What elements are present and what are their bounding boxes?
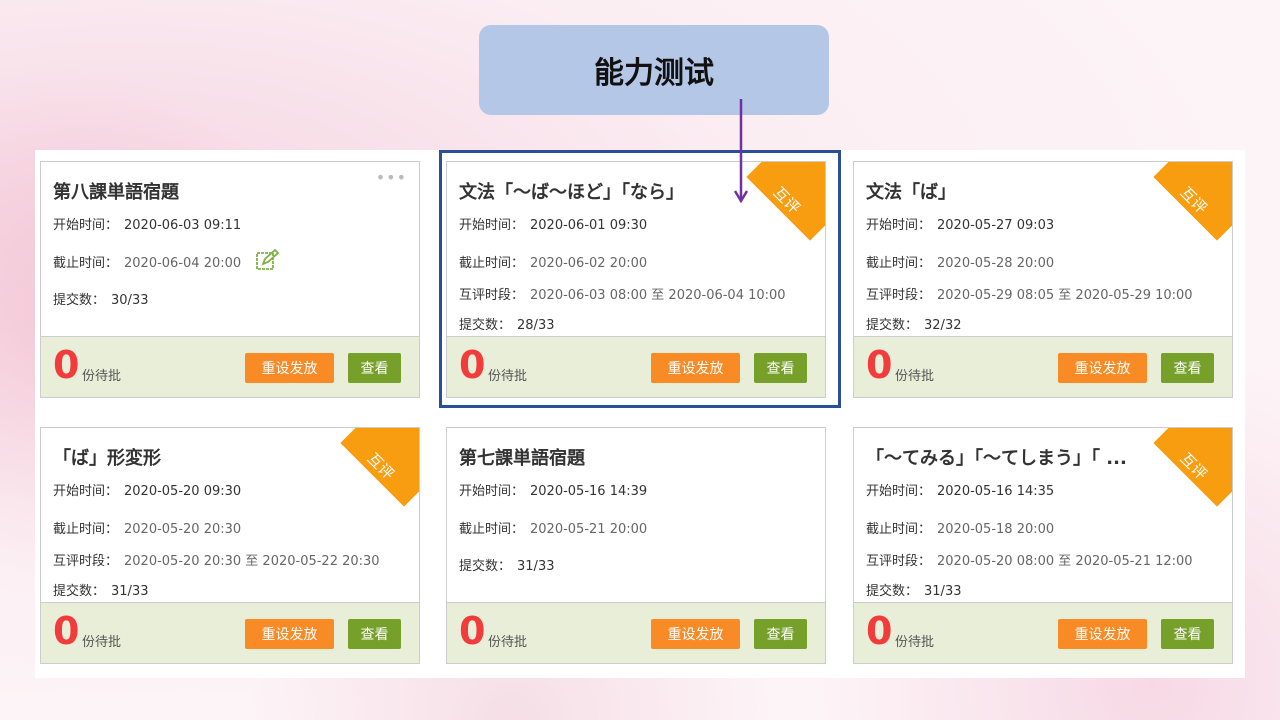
peer-review-period: 互评时段： 2020-05-29 08:05 至 2020-05-29 10:00	[866, 288, 1193, 303]
view-button[interactable]: 查看	[1161, 353, 1214, 383]
card-footer: 0 份待批 重设发放 查看	[854, 602, 1232, 663]
pending-label: 份待批	[488, 635, 528, 650]
end-time: 截止时间： 2020-06-04 20:00	[53, 256, 242, 271]
submission-count: 提交数： 30/33	[53, 293, 149, 308]
assignment-card[interactable]: ••• 第八課単語宿題开始时间： 2020-06-03 09:11 截止时间： 2020…	[40, 161, 420, 398]
card-title[interactable]: 「ば」形変形	[53, 444, 161, 470]
view-button[interactable]: 查看	[754, 619, 807, 649]
submission-count: 提交数： 32/32	[866, 318, 962, 333]
submission-count: 提交数： 31/33	[866, 584, 962, 599]
pending-count: 0	[866, 343, 893, 387]
card-title[interactable]: 文法「ば」	[866, 178, 956, 204]
view-button[interactable]: 查看	[348, 619, 401, 649]
peer-review-badge: 互评	[340, 428, 419, 507]
pending-label: 份待批	[895, 635, 935, 650]
pending-count: 0	[459, 609, 486, 653]
page-title: 能力测试	[479, 25, 829, 115]
start-time: 开始时间： 2020-06-03 09:11	[53, 218, 242, 233]
reset-distribute-button[interactable]: 重设发放	[245, 619, 334, 649]
peer-review-period: 互评时段： 2020-05-20 08:00 至 2020-05-21 12:00	[866, 554, 1193, 569]
view-button[interactable]: 查看	[1161, 619, 1214, 649]
assignment-card[interactable]: 互评 「ば」形変形开始时间： 2020-05-20 09:30 截止时间： 2020-0…	[40, 427, 420, 664]
peer-review-period: 互评时段： 2020-05-20 20:30 至 2020-05-22 20:30	[53, 554, 380, 569]
start-time: 开始时间： 2020-05-20 09:30	[53, 484, 242, 499]
pending-count: 0	[53, 609, 80, 653]
reset-distribute-button[interactable]: 重设发放	[245, 353, 334, 383]
more-options-icon[interactable]: •••	[376, 168, 407, 187]
submission-count: 提交数： 31/33	[53, 584, 149, 599]
arrow-down-icon	[733, 99, 749, 204]
end-time: 截止时间： 2020-05-18 20:00	[866, 522, 1055, 537]
start-time: 开始时间： 2020-05-27 09:03	[866, 218, 1055, 233]
edit-icon[interactable]	[255, 248, 279, 272]
assignment-card[interactable]: 互评 「～てみる」「～てしまう」「 ... 开始时间： 2020-05-16 14:3…	[853, 427, 1233, 664]
end-time: 截止时间： 2020-05-20 20:30	[53, 522, 242, 537]
end-time: 截止时间： 2020-05-28 20:00	[866, 256, 1055, 271]
reset-distribute-button[interactable]: 重设发放	[1058, 619, 1147, 649]
peer-review-badge: 互评	[1153, 428, 1232, 507]
card-footer: 0 份待批 重设发放 查看	[41, 336, 419, 397]
reset-distribute-button[interactable]: 重设发放	[651, 619, 740, 649]
card-title[interactable]: 第七課単語宿題	[459, 444, 585, 470]
card-title[interactable]: 第八課単語宿題	[53, 178, 179, 204]
submission-count: 提交数： 31/33	[459, 559, 555, 574]
pending-label: 份待批	[82, 635, 122, 650]
view-button[interactable]: 查看	[348, 353, 401, 383]
card-footer: 0 份待批 重设发放 查看	[854, 336, 1232, 397]
pending-label: 份待批	[895, 369, 935, 384]
card-footer: 0 份待批 重设发放 查看	[41, 602, 419, 663]
start-time: 开始时间： 2020-05-16 14:39	[459, 484, 648, 499]
pending-count: 0	[866, 609, 893, 653]
reset-distribute-button[interactable]: 重设发放	[1058, 353, 1147, 383]
assignment-card[interactable]: 互评 文法「ば」开始时间： 2020-05-27 09:03 截止时间： 2020-05…	[853, 161, 1233, 398]
pending-label: 份待批	[82, 369, 122, 384]
assignment-card[interactable]: 第七課単語宿題开始时间： 2020-05-16 14:39 截止时间： 2020-05…	[446, 427, 826, 664]
highlight-box	[439, 150, 841, 408]
end-time: 截止时间： 2020-05-21 20:00	[459, 522, 648, 537]
peer-review-badge: 互评	[1153, 162, 1232, 241]
card-footer: 0 份待批 重设发放 查看	[447, 602, 825, 663]
start-time: 开始时间： 2020-05-16 14:35	[866, 484, 1055, 499]
card-title[interactable]: 「～てみる」「～てしまう」「 ...	[866, 444, 1127, 470]
pending-count: 0	[53, 343, 80, 387]
